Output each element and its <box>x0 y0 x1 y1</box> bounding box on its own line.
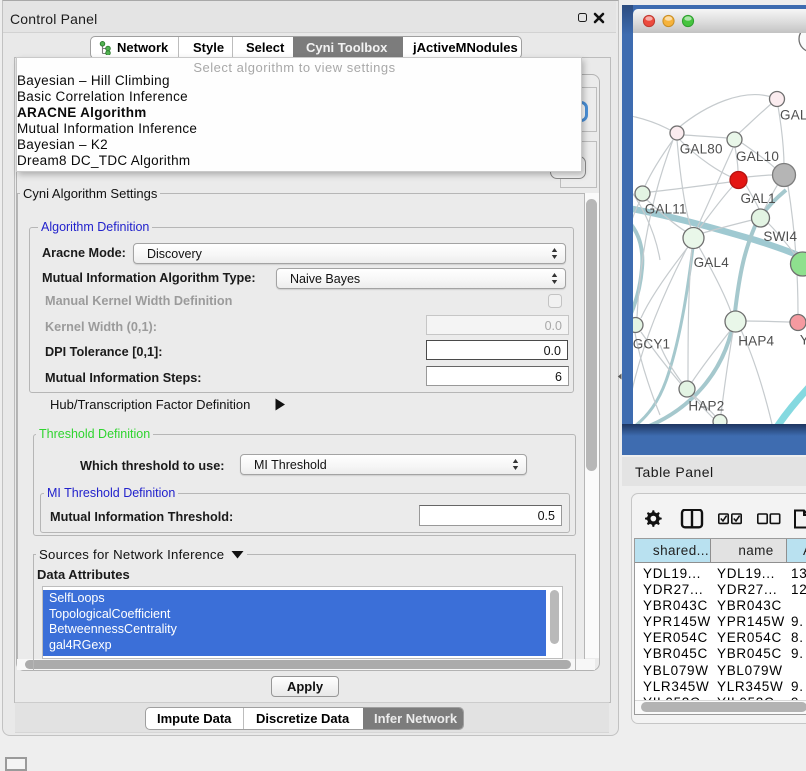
svg-text:SWI4: SWI4 <box>763 229 797 244</box>
svg-text:GAL1: GAL1 <box>741 191 776 206</box>
svg-text:GCY1: GCY1 <box>633 337 670 352</box>
svg-text:GAL11: GAL11 <box>645 202 687 217</box>
svg-text:YP: YP <box>800 333 806 348</box>
svg-text:HAP4: HAP4 <box>738 334 774 349</box>
svg-text:GAL4: GAL4 <box>694 255 730 270</box>
svg-text:GAL10: GAL10 <box>736 149 779 164</box>
svg-text:GAL2: GAL2 <box>780 108 806 123</box>
svg-text:GAL80: GAL80 <box>680 142 723 157</box>
svg-text:HAP2: HAP2 <box>688 399 724 414</box>
